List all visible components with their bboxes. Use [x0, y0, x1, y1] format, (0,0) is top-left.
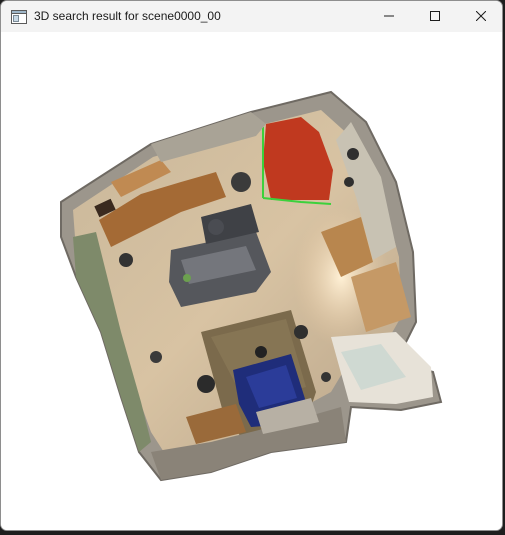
close-icon	[475, 8, 487, 26]
app-window: 3D search result for scene0000_00	[0, 0, 503, 531]
window-title: 3D search result for scene0000_00	[34, 9, 221, 23]
scene-point-cloud	[60, 90, 443, 482]
minimize-button[interactable]	[366, 1, 412, 32]
minimize-icon	[384, 8, 394, 26]
maximize-icon	[430, 8, 440, 26]
3d-viewport[interactable]	[1, 32, 502, 530]
close-button[interactable]	[458, 1, 502, 32]
maximize-button[interactable]	[412, 1, 458, 32]
app-window-icon	[11, 10, 27, 24]
title-bar[interactable]: 3D search result for scene0000_00	[1, 1, 502, 32]
